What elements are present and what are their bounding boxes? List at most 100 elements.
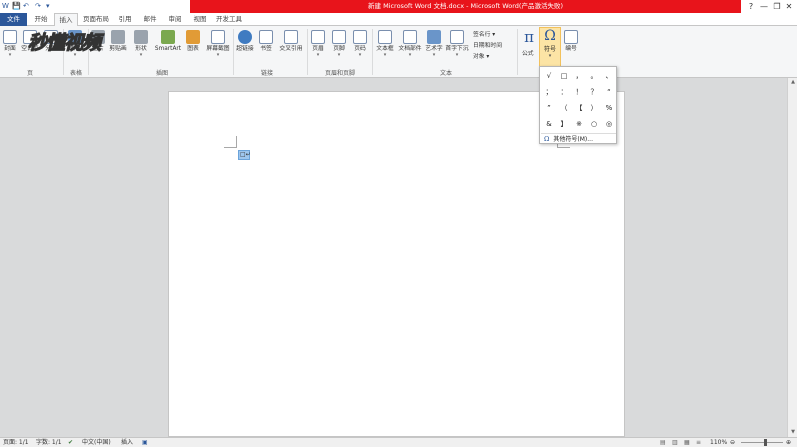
word-count[interactable]: 字数: 1/1 (36, 438, 62, 447)
tab-mailings[interactable]: 邮件 (140, 13, 160, 26)
symbol-cell[interactable]: ※ (572, 117, 586, 131)
zoom-level[interactable]: 110% (710, 438, 727, 447)
zoom-out-icon[interactable]: ⊖ (730, 438, 735, 447)
symbol-cell[interactable]: 、 (602, 69, 616, 83)
drop-cap-icon (450, 30, 464, 44)
tab-review[interactable]: 审阅 (165, 13, 185, 26)
crop-mark (558, 147, 570, 148)
symbol-cell[interactable]: ， (572, 69, 586, 83)
group-links-label: 链接 (260, 70, 273, 77)
bookmark-button[interactable]: 书签 (257, 30, 275, 53)
cover-page-button[interactable]: 封面 ▾ (2, 30, 18, 58)
tab-developer[interactable]: 开发工具 (213, 13, 245, 26)
crop-mark (224, 147, 236, 148)
equation-icon[interactable]: π (521, 28, 537, 46)
page-count[interactable]: 页面: 1/1 (3, 438, 29, 447)
wordart-button[interactable]: 艺术字 ▾ (424, 30, 444, 58)
divider (372, 29, 373, 75)
number-button[interactable]: 编号 (562, 30, 580, 53)
ribbon: 封面 ▾ 空白页 分页 页 表格 ▾ 表格 图片 剪贴画 形状 ▾ SmartArt … (0, 26, 797, 78)
equation-button-label[interactable]: 公式 (522, 48, 534, 57)
symbol-cell[interactable]: ： (557, 85, 571, 99)
textbox-icon (378, 30, 392, 44)
macro-record-icon[interactable]: ▣ (142, 438, 148, 447)
zoom-slider[interactable] (741, 442, 783, 443)
drop-cap-button[interactable]: 首字下沉 ▾ (445, 30, 469, 58)
tab-insert[interactable]: 插入 (54, 13, 78, 27)
symbol-cell[interactable]: ◎ (602, 117, 616, 131)
print-layout-icon[interactable]: ▤ (660, 438, 666, 447)
proofing-icon[interactable]: ✔ (68, 438, 73, 447)
page-number-icon (353, 30, 367, 44)
zoom-in-icon[interactable]: ⊕ (786, 438, 791, 447)
undo-icon[interactable]: ↶ (23, 1, 29, 11)
symbol-cell[interactable]: & (542, 117, 556, 131)
symbol-cell[interactable]: □ (557, 69, 571, 83)
tab-view[interactable]: 视图 (190, 13, 210, 26)
outline-view-icon[interactable]: ≡ (696, 438, 701, 447)
symbol-cell[interactable]: ” (542, 101, 556, 115)
web-layout-icon[interactable]: ▦ (684, 438, 690, 447)
symbol-button-label: 符号 (543, 46, 556, 53)
screenshot-button[interactable]: 屏幕截图 ▾ (204, 30, 232, 58)
symbol-button[interactable]: Ω 符号 ▾ (539, 27, 561, 67)
smartart-button[interactable]: SmartArt (154, 30, 182, 53)
date-time-button[interactable]: 日期和时间 (473, 40, 502, 49)
quick-parts-icon (403, 30, 417, 44)
hyperlink-button[interactable]: 超链接 (235, 30, 255, 53)
watermark-logo: 秒懂视频 (27, 32, 101, 55)
tab-references[interactable]: 引用 (115, 13, 135, 26)
language-indicator[interactable]: 中文(中国) (82, 438, 111, 447)
symbol-cell[interactable]: ？ (587, 85, 601, 99)
zoom-slider-thumb[interactable] (764, 439, 767, 446)
symbol-cell[interactable]: √ (542, 69, 556, 83)
insert-mode-indicator[interactable]: 插入 (121, 438, 133, 447)
header-icon (311, 30, 325, 44)
symbol-cell[interactable]: 【 (572, 101, 586, 115)
group-header-footer-label: 页眉和页脚 (324, 70, 355, 77)
tab-file[interactable]: 文件 (0, 13, 27, 26)
symbol-cell[interactable]: % (602, 101, 616, 115)
vertical-scrollbar[interactable]: ▲ ▼ (787, 78, 797, 437)
quick-parts-button[interactable]: 文档部件 ▾ (397, 30, 423, 58)
status-bar: 页面: 1/1 字数: 1/1 ✔ 中文(中国) 插入 ▣ ▤ ▥ ▦ ≡ 11… (0, 437, 797, 447)
divider (517, 29, 518, 75)
more-symbols-button[interactable]: Ω 其他符号(M)... (541, 133, 616, 143)
customize-quick-access-icon[interactable]: ▾ (46, 1, 50, 11)
inserted-symbol[interactable]: □↵ (238, 150, 251, 160)
hyperlink-icon (238, 30, 252, 44)
page-number-button[interactable]: 页码 ▾ (351, 30, 369, 58)
screenshot-icon (211, 30, 225, 44)
close-button[interactable]: ✕ (780, 0, 797, 13)
group-illustrations-label: 插图 (155, 70, 168, 77)
title-bar: W 💾 ↶ ↷ ▾ 新建 Microsoft Word 文档.docx - Mi… (0, 0, 797, 13)
group-text-label: 文本 (439, 70, 452, 77)
chart-button[interactable]: 图表 (185, 30, 201, 53)
symbol-cell[interactable]: ！ (572, 85, 586, 99)
symbol-cell[interactable]: 】 (557, 117, 571, 131)
textbox-button[interactable]: 文本框 ▾ (374, 30, 396, 58)
tab-page-layout[interactable]: 页面布局 (80, 13, 112, 26)
scroll-up-icon[interactable]: ▲ (788, 78, 797, 87)
symbol-cell[interactable]: ○ (587, 117, 601, 131)
symbol-cell[interactable]: ） (587, 101, 601, 115)
symbol-cell[interactable]: （ (557, 101, 571, 115)
signature-line-button[interactable]: 签名行 ▾ (473, 29, 495, 38)
redo-icon[interactable]: ↷ (35, 1, 41, 11)
clipart-button[interactable]: 剪贴画 (108, 30, 128, 53)
save-icon[interactable]: 💾 (12, 1, 21, 11)
omega-small-icon: Ω (544, 135, 550, 143)
cross-reference-icon (284, 30, 298, 44)
symbol-cell[interactable]: 。 (587, 69, 601, 83)
cross-reference-button[interactable]: 交叉引用 (277, 30, 305, 53)
full-screen-reading-icon[interactable]: ▥ (672, 438, 678, 447)
symbol-cell[interactable]: ； (542, 85, 556, 99)
shapes-button[interactable]: 形状 ▾ (132, 30, 150, 58)
symbol-dropdown: √ □，。、 ；：！？ “ ” （【）% &】 ※ ○ ◎ Ω 其他符号(M)... (539, 66, 617, 144)
symbol-cell[interactable]: “ (602, 85, 616, 99)
footer-button[interactable]: 页脚 ▾ (330, 30, 348, 58)
object-button[interactable]: 对象 ▾ (473, 51, 489, 60)
header-button[interactable]: 页眉 ▾ (309, 30, 327, 58)
scroll-down-icon[interactable]: ▼ (788, 428, 797, 437)
tab-home[interactable]: 开始 (29, 13, 53, 26)
